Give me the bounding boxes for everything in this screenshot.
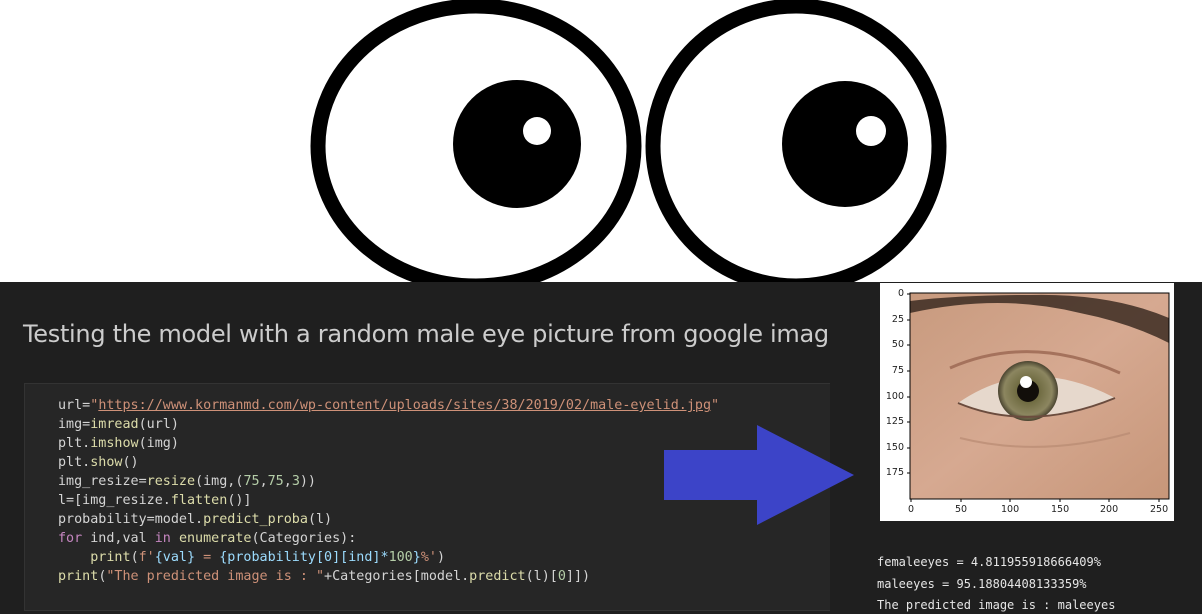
x-tick-label: 50 [955,504,968,515]
y-tick-label: 150 [885,442,904,453]
output-line-prediction: The predicted image is : maleeyes [877,598,1116,612]
right-pupil [782,81,908,207]
y-tick-label: 100 [885,391,904,402]
y-tick-label: 25 [891,314,904,325]
y-tick-label: 175 [885,467,904,478]
y-tick-label: 0 [897,288,904,299]
x-tick-label: 100 [1001,504,1020,515]
y-tick-label: 50 [891,339,904,350]
x-tick-label: 250 [1150,504,1169,515]
code-line-2: img=imread(url) [58,417,179,432]
code-line-6: l=[img_resize.flatten()] [58,493,252,508]
code-line-9: print(f'{val} = {probability[0][ind]*100… [90,550,445,565]
arrow-right-icon [664,425,854,525]
left-pupil [453,80,581,208]
code-line-3: plt.imshow(img) [58,436,179,451]
url-link[interactable]: https://www.kormanmd.com/wp-content/uplo… [98,398,711,413]
code-line-1: url="https://www.kormanmd.com/wp-content… [58,398,720,413]
code-line-4: plt.show() [58,455,139,470]
output-line-female: femaleeyes = 4.811955918666409% [877,555,1101,569]
x-tick-label: 150 [1051,504,1070,515]
y-tick-label: 75 [891,365,904,376]
x-tick-label: 200 [1100,504,1119,515]
cartoon-eyes-icon [310,0,947,290]
left-eye-highlight [523,117,551,145]
code-line-8: for ind,val in enumerate(Categories): [58,531,357,546]
image-plot: 0 25 50 75 100 125 150 175 0 50 100 150 … [880,283,1174,521]
output-line-male: maleeyes = 95.18804408133359% [877,577,1087,591]
code-line-7: probability=model.predict_proba(l) [58,512,333,527]
y-tick-label: 125 [885,416,904,427]
plot-canvas [907,292,1170,502]
code-line-5: img_resize=resize(img,(75,75,3)) [58,474,316,489]
markdown-heading: Testing the model with a random male eye… [23,320,856,348]
right-eye-highlight [856,116,886,146]
x-tick-label: 0 [908,504,915,515]
code-line-10: print("The predicted image is : "+Catego… [58,569,591,584]
